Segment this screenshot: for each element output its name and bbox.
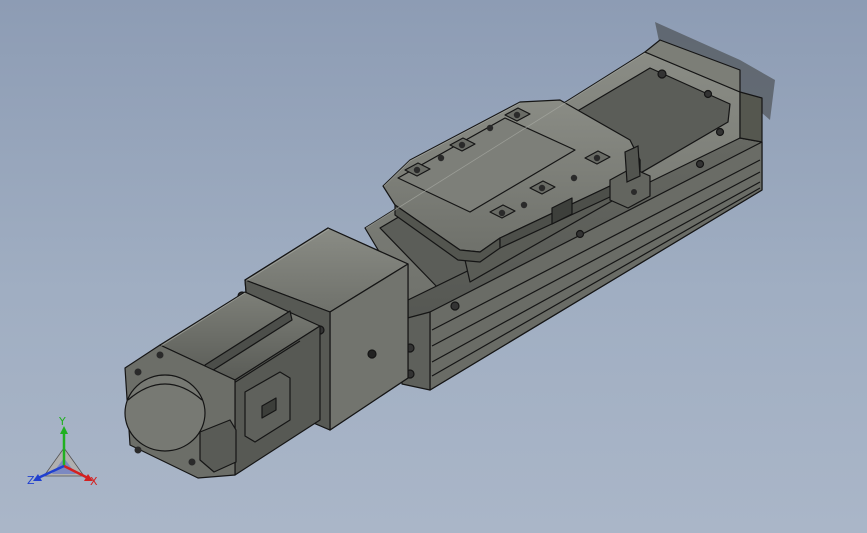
linear-actuator-model[interactable] (0, 0, 867, 533)
y-axis-label: Y (59, 415, 66, 428)
servo-motor[interactable] (124, 291, 321, 479)
triad-graphic (33, 426, 93, 481)
cad-viewport[interactable]: Y X Z (0, 0, 867, 533)
z-axis-label: Z (27, 474, 35, 487)
x-axis-label: X (90, 475, 98, 488)
axis-triad[interactable]: Y X Z (22, 415, 112, 498)
